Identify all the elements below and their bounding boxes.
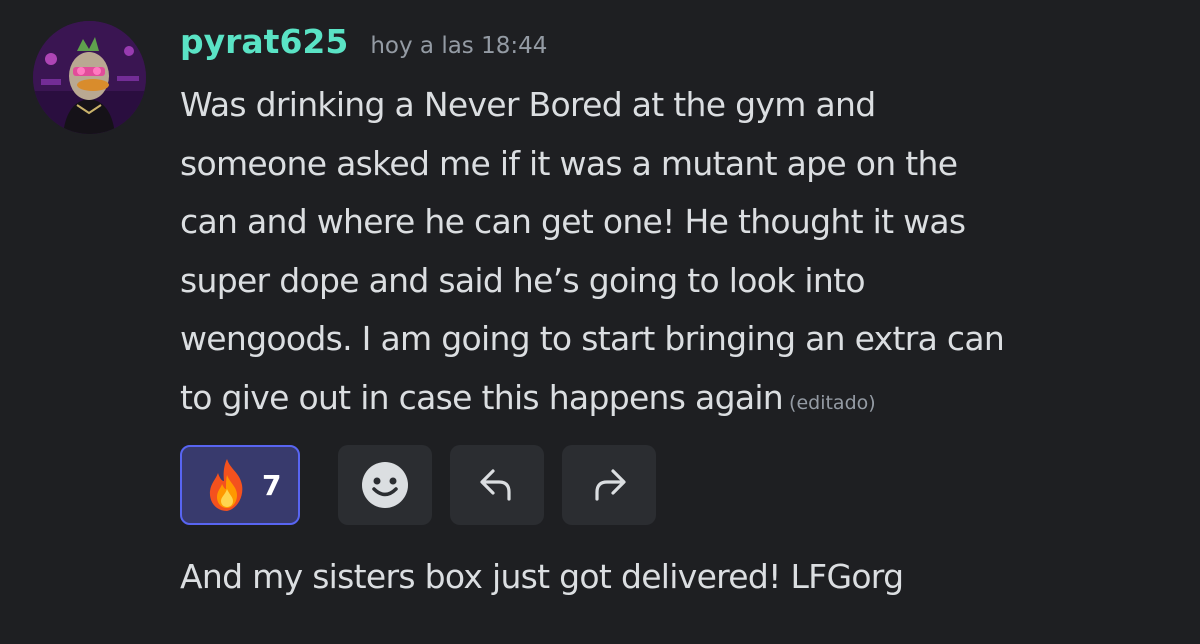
message-header: pyrat625 hoy a las 18:44	[180, 22, 547, 66]
message-line: wengoods. I am going to start bringing a…	[180, 319, 1005, 358]
message-line: super dope and said he’s going to look i…	[180, 260, 866, 300]
smiley-face-icon	[362, 462, 408, 508]
forward-arrow-icon	[595, 469, 626, 501]
message-line: someone asked me if it was a mutant ape …	[180, 143, 958, 183]
chat-message: pyrat625 hoy a las 18:44 Was drinking a …	[0, 0, 1200, 644]
forward-button[interactable]	[562, 445, 656, 525]
avatar-duck-icon	[33, 21, 146, 134]
message-line: can and where he can get one! He thought…	[180, 202, 966, 241]
reply-button[interactable]	[450, 445, 544, 525]
message-content: Was drinking a Never Bored at the gym an…	[180, 76, 1165, 432]
reply-arrow-icon	[480, 469, 511, 501]
user-avatar[interactable]	[33, 21, 146, 134]
message-line: Was drinking a Never Bored at the gym an…	[180, 85, 876, 124]
edited-label: (editado)	[789, 391, 876, 414]
message-line-last: to give out in case this happens again (e…	[180, 369, 1165, 433]
reaction-fire-button[interactable]: 7	[180, 445, 300, 525]
message-timestamp: hoy a las 18:44	[370, 33, 548, 59]
message-line: to give out in case this happens again	[180, 377, 784, 417]
followup-message: And my sisters box just got delivered! L…	[180, 557, 904, 596]
add-reaction-button[interactable]	[338, 445, 432, 525]
username[interactable]: pyrat625	[180, 22, 348, 61]
fire-icon	[209, 459, 243, 511]
reaction-count: 7	[262, 468, 282, 502]
